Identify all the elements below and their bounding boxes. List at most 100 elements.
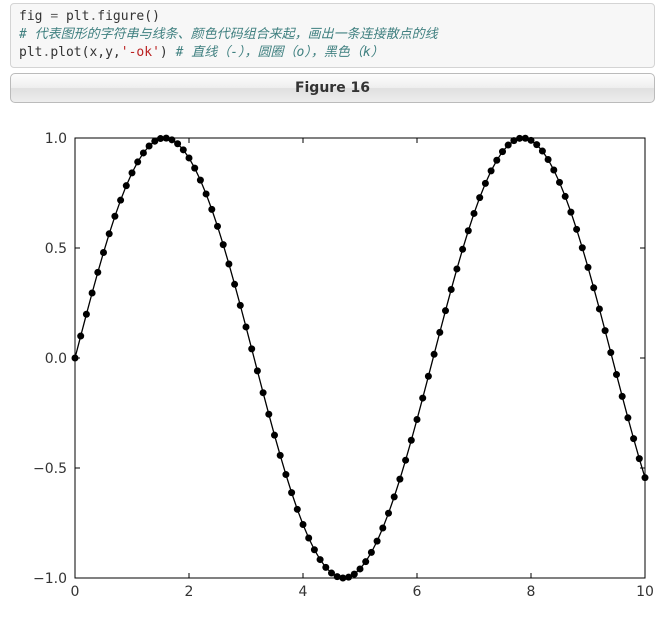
series-marker	[585, 263, 592, 270]
series-marker	[528, 136, 535, 143]
code-text: )	[160, 45, 176, 60]
series-marker	[106, 230, 113, 237]
series-marker	[391, 493, 398, 500]
series-line	[75, 138, 645, 578]
series-marker	[562, 192, 569, 199]
x-tick-label: 6	[413, 584, 422, 600]
code-text: plt	[19, 45, 42, 60]
series-marker	[436, 328, 443, 335]
series-marker	[186, 154, 193, 161]
series-marker	[379, 524, 386, 531]
series-marker	[129, 169, 136, 176]
series-marker	[100, 249, 107, 256]
series-marker	[300, 521, 307, 528]
series-marker	[624, 414, 631, 421]
series-marker	[488, 167, 495, 174]
series-marker	[322, 563, 329, 570]
series-marker	[174, 140, 181, 147]
series-marker	[579, 244, 586, 251]
series-marker	[77, 332, 84, 339]
series-marker	[208, 205, 215, 212]
y-tick-label: −1.0	[33, 571, 67, 587]
series-marker	[117, 196, 124, 203]
series-marker	[567, 208, 574, 215]
series-marker	[351, 570, 358, 577]
x-tick-label: 10	[636, 584, 654, 600]
series-marker	[243, 323, 250, 330]
y-tick-label: 1.0	[45, 131, 67, 147]
series-marker	[265, 410, 272, 417]
series-marker	[590, 284, 597, 291]
series-marker	[362, 558, 369, 565]
code-comment: # 代表图形的字符串与线条、颜色代码组合来起，画出一条连接散点的线	[19, 27, 438, 42]
series-marker	[493, 156, 500, 163]
series-marker	[602, 327, 609, 334]
series-marker	[573, 225, 580, 232]
series-marker	[214, 222, 221, 229]
series-marker	[550, 166, 557, 173]
series-marker	[619, 392, 626, 399]
series-marker	[459, 245, 466, 252]
series-marker	[476, 194, 483, 201]
series-marker	[533, 141, 540, 148]
series-marker	[465, 227, 472, 234]
y-tick-label: 0.5	[45, 241, 67, 257]
series-marker	[248, 345, 255, 352]
code-op: =	[50, 9, 58, 24]
series-marker	[539, 147, 546, 154]
series-marker	[499, 148, 506, 155]
code-string: '-ok'	[121, 45, 160, 60]
series-marker	[197, 176, 204, 183]
series-marker	[94, 268, 101, 275]
series-marker	[254, 367, 261, 374]
series-marker	[556, 178, 563, 185]
series-marker	[237, 301, 244, 308]
series-marker	[414, 416, 421, 423]
plot-area: −1.0−0.50.00.51.00246810	[10, 123, 655, 603]
series-marker	[607, 349, 614, 356]
code-text: figure()	[97, 9, 160, 24]
series-marker	[642, 474, 649, 481]
series-marker	[191, 164, 198, 171]
series-marker	[357, 565, 364, 572]
series-marker	[282, 471, 289, 478]
series-marker	[294, 505, 301, 512]
series-marker	[385, 509, 392, 516]
series-marker	[305, 534, 312, 541]
line-chart: −1.0−0.50.00.51.00246810	[10, 123, 655, 603]
series-marker	[83, 310, 90, 317]
series-marker	[471, 210, 478, 217]
series-marker	[89, 289, 96, 296]
figure-title-text: Figure 16	[295, 80, 370, 96]
code-text: plt	[58, 9, 89, 24]
series-marker	[180, 146, 187, 153]
series-marker	[402, 456, 409, 463]
series-marker	[505, 141, 512, 148]
series-marker	[260, 389, 267, 396]
series-marker	[396, 475, 403, 482]
series-marker	[288, 489, 295, 496]
series-marker	[368, 548, 375, 555]
y-tick-label: −0.5	[33, 461, 67, 477]
x-tick-label: 8	[527, 584, 536, 600]
series-marker	[596, 305, 603, 312]
y-tick-label: 0.0	[45, 351, 67, 367]
code-comment: # 直线（-），圆圈（o），黑色（k）	[176, 45, 384, 60]
series-marker	[425, 372, 432, 379]
series-marker	[146, 142, 153, 149]
series-marker	[453, 265, 460, 272]
series-marker	[408, 436, 415, 443]
x-tick-label: 4	[299, 584, 308, 600]
series-marker	[613, 371, 620, 378]
series-marker	[317, 556, 324, 563]
series-marker	[134, 158, 141, 165]
series-marker	[431, 350, 438, 357]
series-marker	[123, 182, 130, 189]
figure-title-bar: Figure 16	[10, 73, 655, 103]
series-marker	[72, 354, 79, 361]
series-marker	[168, 136, 175, 143]
series-marker	[225, 260, 232, 267]
series-marker	[271, 431, 278, 438]
x-tick-label: 0	[71, 584, 80, 600]
series-marker	[448, 286, 455, 293]
